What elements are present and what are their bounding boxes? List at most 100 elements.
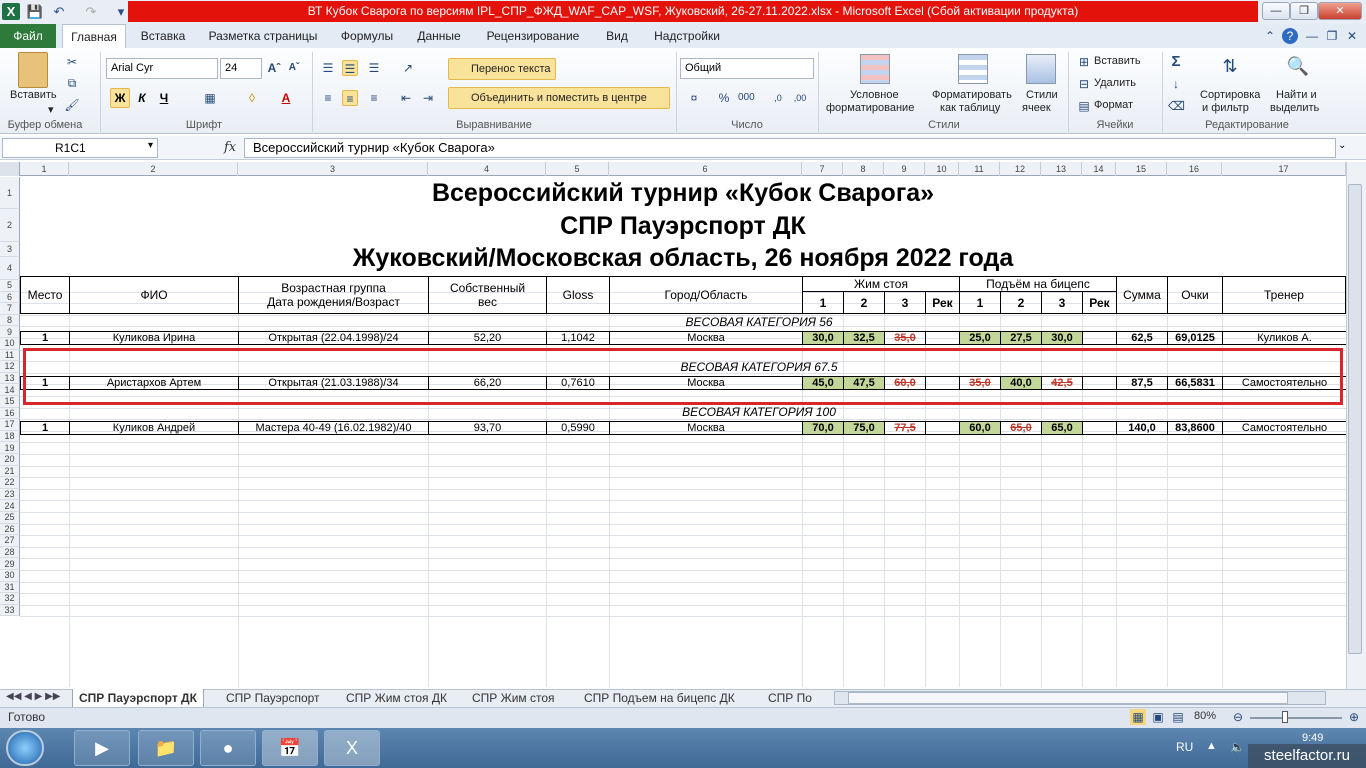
conditional-format-label-1[interactable]: Условное: [850, 89, 899, 101]
decrease-indent-icon[interactable]: ⇤: [398, 90, 414, 106]
insert-cells-button[interactable]: Вставить: [1094, 55, 1141, 67]
borders-icon[interactable]: ▦: [202, 90, 218, 106]
cell-styles-label-2[interactable]: ячеек: [1022, 102, 1051, 114]
cell-br[interactable]: [925, 331, 960, 345]
delete-cells-button[interactable]: Удалить: [1094, 77, 1136, 89]
align-top-icon[interactable]: ☰: [320, 60, 336, 76]
header-curl-1[interactable]: 1: [959, 291, 1001, 314]
tab-insert[interactable]: Вставка: [134, 24, 192, 48]
row-header[interactable]: 14: [0, 384, 20, 396]
find-select-icon[interactable]: 🔍: [1284, 57, 1312, 86]
header-total[interactable]: Сумма: [1116, 276, 1168, 314]
media-player-icon[interactable]: ▶: [74, 730, 130, 766]
align-center-icon[interactable]: ≡: [342, 90, 358, 106]
cell-points[interactable]: 69,0125: [1167, 331, 1223, 345]
row-header[interactable]: 5: [0, 280, 20, 292]
firefox-icon[interactable]: ●: [200, 730, 256, 766]
zoom-in-icon[interactable]: ⊕: [1346, 709, 1362, 725]
column-header[interactable]: 5: [546, 162, 609, 176]
cell-points[interactable]: 83,8600: [1167, 421, 1223, 435]
row-header[interactable]: 17: [0, 419, 20, 431]
start-button[interactable]: [6, 730, 44, 766]
cell-weight[interactable]: 52,20: [428, 331, 547, 345]
sheet-nav-arrows[interactable]: ◀◀ ◀ ▶ ▶▶: [6, 691, 60, 702]
row-header[interactable]: 28: [0, 546, 20, 559]
clear-icon[interactable]: ⌫: [1168, 98, 1185, 114]
shrink-font-icon[interactable]: Aˇ: [286, 60, 302, 76]
volume-icon[interactable]: 🔈: [1230, 740, 1245, 754]
currency-icon[interactable]: ¤: [686, 90, 702, 106]
sheet-tab-3[interactable]: СПР Жим стоя ДК: [340, 689, 453, 707]
wb-restore-icon[interactable]: ❐: [1324, 28, 1340, 44]
cell-styles-label-1[interactable]: Стили: [1026, 89, 1058, 101]
merge-center-button[interactable]: Объединить и поместить в центре: [448, 87, 670, 109]
paste-icon[interactable]: [18, 52, 48, 88]
header-place[interactable]: Место: [20, 276, 70, 314]
column-header[interactable]: 17: [1222, 162, 1346, 176]
row-header[interactable]: 12: [0, 361, 20, 373]
conditional-format-label-2[interactable]: форматирование: [826, 102, 914, 114]
cell-total[interactable]: 140,0: [1116, 421, 1168, 435]
minimize-button[interactable]: —: [1262, 2, 1290, 20]
wrap-text-button[interactable]: Перенос текста: [448, 58, 556, 80]
column-header[interactable]: 13: [1041, 162, 1082, 176]
sheet-title-2[interactable]: СПР Пауэрспорт ДК: [20, 210, 1346, 242]
tab-review[interactable]: Рецензирование: [480, 24, 586, 48]
page-layout-view-icon[interactable]: ▣: [1150, 709, 1166, 725]
save-icon[interactable]: 💾: [26, 3, 44, 20]
delete-cells-icon[interactable]: ⊟: [1076, 76, 1092, 92]
tab-page-layout[interactable]: Разметка страницы: [204, 24, 322, 48]
cell-b1[interactable]: 70,0: [802, 421, 844, 435]
decrease-decimal-icon[interactable]: ,00: [792, 90, 808, 106]
row-header[interactable]: 1: [0, 177, 20, 209]
cell-c1[interactable]: 60,0: [959, 421, 1001, 435]
row-header[interactable]: 11: [0, 349, 20, 362]
cell-coach[interactable]: Самостоятельно: [1222, 421, 1347, 435]
clock[interactable]: 9:49: [1302, 732, 1323, 744]
header-bench-3[interactable]: 3: [884, 291, 926, 314]
header-bench-2[interactable]: 2: [843, 291, 885, 314]
sort-filter-label-2[interactable]: и фильтр: [1202, 102, 1249, 114]
zoom-slider[interactable]: [1250, 717, 1342, 719]
cell-weight[interactable]: 93,70: [428, 421, 547, 435]
cell-c3[interactable]: 65,0: [1041, 421, 1083, 435]
tab-data[interactable]: Данные: [410, 24, 468, 48]
formula-input[interactable]: Всероссийский турнир «Кубок Сварога»: [244, 138, 1336, 158]
cell-fio[interactable]: Куликова Ирина: [69, 331, 239, 345]
row-header[interactable]: 6: [0, 291, 20, 304]
italic-button[interactable]: К: [134, 90, 150, 106]
autosum-icon[interactable]: Σ: [1168, 54, 1184, 70]
format-as-table-label-1[interactable]: Форматировать: [932, 89, 1012, 101]
fill-icon[interactable]: ↓: [1168, 76, 1184, 92]
row-header[interactable]: 10: [0, 338, 20, 350]
cell-styles-icon[interactable]: [1026, 54, 1056, 84]
font-name-box[interactable]: Arial Cyr: [106, 58, 218, 79]
vertical-scroll-thumb[interactable]: [1348, 184, 1362, 654]
column-header[interactable]: 3: [238, 162, 428, 176]
cell-city[interactable]: Москва: [609, 421, 803, 435]
cell-b3[interactable]: 35,0: [884, 331, 926, 345]
redo-icon[interactable]: ↷: [82, 3, 100, 20]
close-button[interactable]: ✕: [1318, 2, 1362, 20]
wb-minimize-icon[interactable]: —: [1304, 28, 1320, 44]
tab-file[interactable]: Файл: [0, 24, 56, 48]
weight-category-100[interactable]: ВЕСОВАЯ КАТЕГОРИЯ 100: [609, 405, 909, 419]
row-header[interactable]: 21: [0, 465, 20, 478]
column-header[interactable]: 10: [925, 162, 959, 176]
row-header[interactable]: 33: [0, 604, 20, 617]
minimize-ribbon-icon[interactable]: ⌃: [1262, 28, 1278, 44]
percent-icon[interactable]: %: [716, 90, 732, 106]
row-header[interactable]: 29: [0, 558, 20, 570]
name-box[interactable]: R1C1: [2, 138, 158, 158]
header-weight[interactable]: Собственный вес: [428, 276, 547, 314]
find-select-label-1[interactable]: Найти и: [1276, 89, 1317, 101]
cell-c1[interactable]: 25,0: [959, 331, 1001, 345]
column-header[interactable]: 4: [428, 162, 546, 176]
cell-gloss[interactable]: 1,1042: [546, 331, 610, 345]
row-header[interactable]: 30: [0, 570, 20, 582]
cell-b1[interactable]: 30,0: [802, 331, 844, 345]
zoom-level[interactable]: 80%: [1194, 710, 1216, 722]
header-points[interactable]: Очки: [1167, 276, 1223, 314]
column-header[interactable]: 7: [802, 162, 843, 176]
header-curl-2[interactable]: 2: [1000, 291, 1042, 314]
